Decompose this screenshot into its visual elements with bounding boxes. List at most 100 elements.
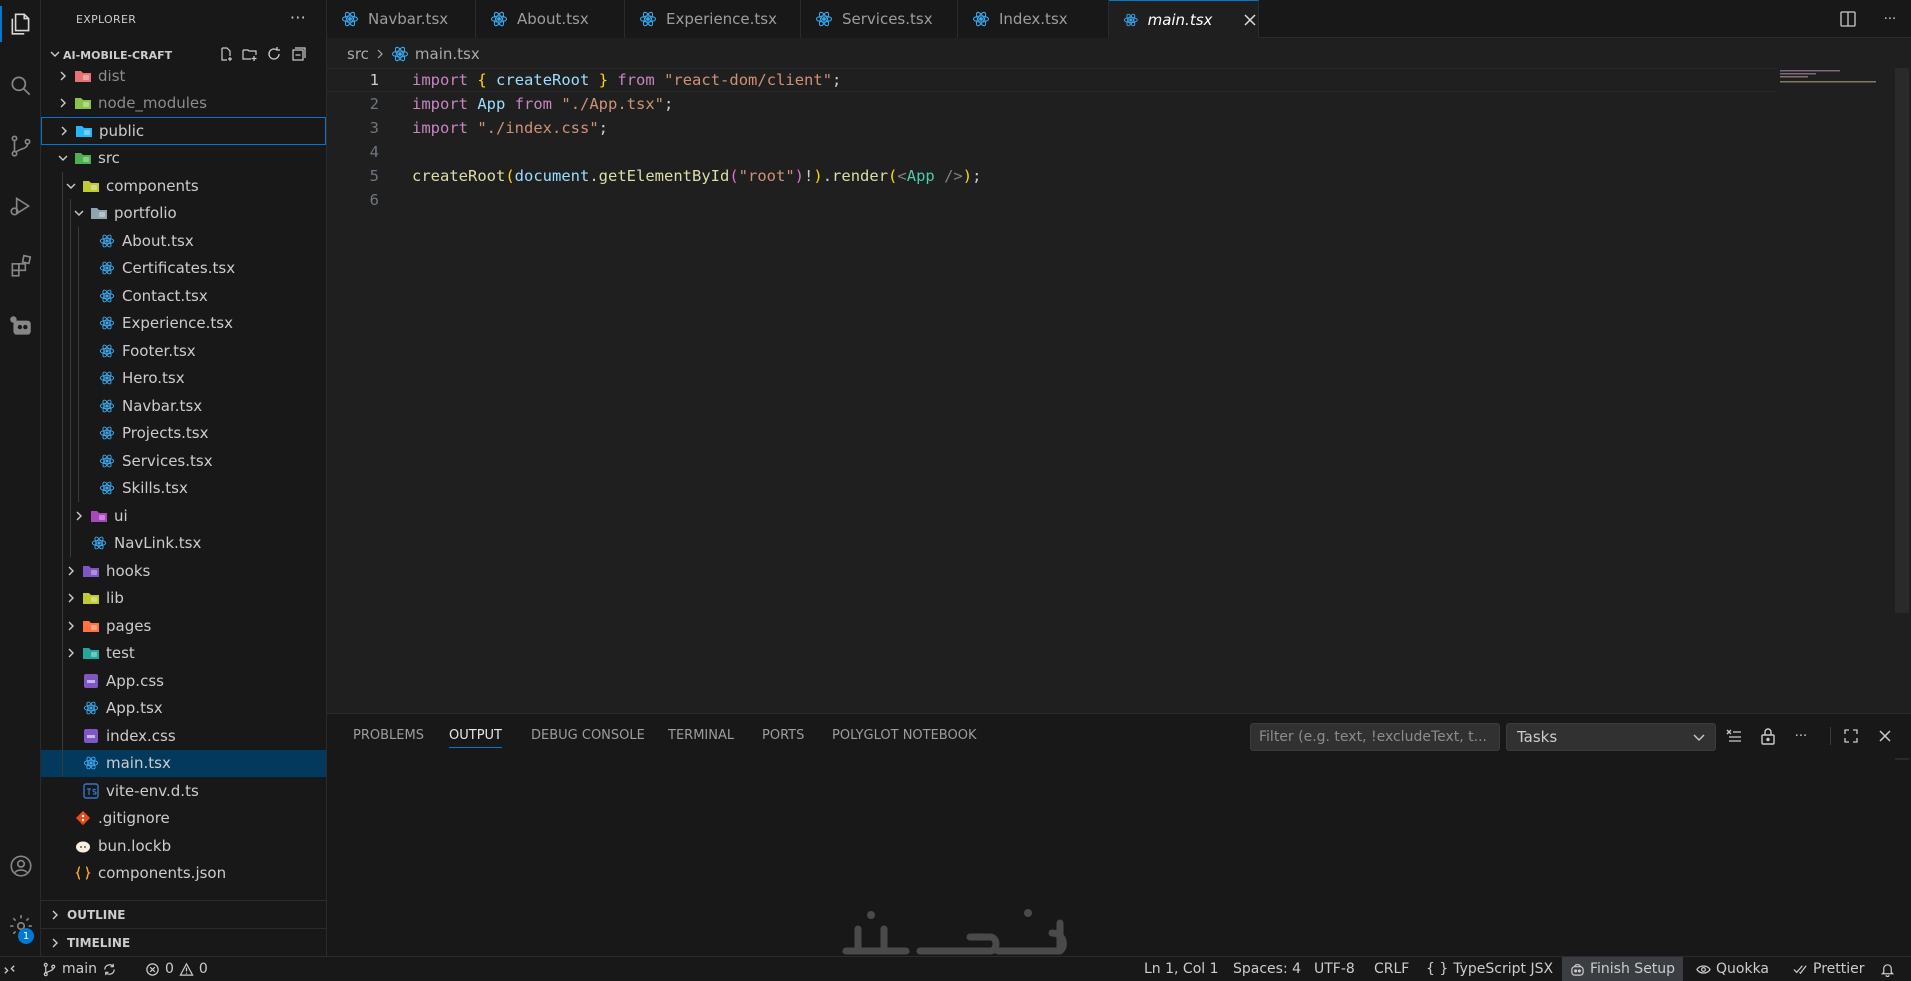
maximize-panel-icon[interactable] <box>1840 725 1862 747</box>
notifications-bell-icon[interactable] <box>1880 957 1895 981</box>
refresh-icon[interactable] <box>266 46 282 62</box>
tree-file[interactable]: Footer.tsx <box>41 337 326 365</box>
problems-indicator[interactable]: 0 0 <box>145 957 208 981</box>
tree-file[interactable]: Services.tsx <box>41 447 326 475</box>
project-header[interactable]: AI-MOBILE-CRAFT <box>41 44 326 66</box>
tree-file[interactable]: Hero.tsx <box>41 365 326 393</box>
selected-channel: Tasks <box>1517 728 1558 746</box>
breadcrumb-folder[interactable]: src <box>347 45 369 63</box>
language-mode[interactable]: { } TypeScript JSX <box>1426 957 1553 981</box>
cursor-position[interactable]: Ln 1, Col 1 <box>1144 957 1219 981</box>
tree-folder[interactable]: pages <box>41 612 326 640</box>
tree-file[interactable]: vite-env.d.ts <box>41 777 326 805</box>
tree-folder[interactable]: components <box>41 172 326 200</box>
more-actions-icon[interactable]: ··· <box>1790 725 1812 747</box>
tab-problems[interactable]: PROBLEMS <box>353 728 424 748</box>
more-actions-icon[interactable]: ··· <box>1879 8 1901 30</box>
source-control-icon[interactable] <box>0 122 41 170</box>
chevron-down-icon <box>1691 729 1707 745</box>
vertical-scrollbar[interactable] <box>1895 68 1909 613</box>
tree-folder[interactable]: src <box>41 145 326 173</box>
tree-item-label: public <box>99 121 145 140</box>
branch-indicator[interactable]: main <box>42 957 117 981</box>
code-line[interactable]: 3 import "./index.css"; <box>327 116 1777 140</box>
tree-folder[interactable]: hooks <box>41 557 326 585</box>
folder-icon <box>74 150 92 166</box>
tree-file[interactable]: App.tsx <box>41 695 326 723</box>
tree-file[interactable]: index.css <box>41 722 326 750</box>
tree-file[interactable]: Contact.tsx <box>41 282 326 310</box>
tree-file[interactable]: Navbar.tsx <box>41 392 326 420</box>
tab-ports[interactable]: PORTS <box>762 728 804 748</box>
tree-folder[interactable]: ui <box>41 502 326 530</box>
tab-terminal[interactable]: TERMINAL <box>668 728 734 748</box>
code-line[interactable]: 2 import App from "./App.tsx"; <box>327 92 1777 116</box>
tree-file[interactable]: Experience.tsx <box>41 310 326 338</box>
account-icon[interactable] <box>0 842 41 890</box>
code-line[interactable]: 5 createRoot(document.getElementById("ro… <box>327 164 1777 188</box>
tree-file[interactable]: Certificates.tsx <box>41 255 326 283</box>
timeline-section[interactable]: TIMELINE <box>41 928 326 956</box>
extensions-icon[interactable] <box>0 242 41 290</box>
prettier-indicator[interactable]: Prettier <box>1793 957 1865 981</box>
remote-indicator[interactable] <box>2 957 17 981</box>
tree-folder[interactable]: node_modules <box>41 90 326 118</box>
tree-file[interactable]: main.tsx <box>41 749 326 777</box>
tree-folder[interactable]: lib <box>41 585 326 613</box>
encoding[interactable]: UTF-8 <box>1314 957 1355 981</box>
panel-scrollbar[interactable] <box>1895 758 1909 760</box>
react-icon <box>341 10 359 28</box>
new-file-icon[interactable] <box>218 46 234 62</box>
close-icon[interactable] <box>1242 11 1258 29</box>
tree-folder[interactable]: test <box>41 640 326 668</box>
clear-output-icon[interactable] <box>1723 725 1745 747</box>
explorer-icon[interactable] <box>0 0 41 48</box>
tab-experience[interactable]: Experience.tsx <box>625 0 801 38</box>
tree-file[interactable]: App.css <box>41 667 326 695</box>
quokka-indicator[interactable]: Quokka <box>1696 957 1769 981</box>
tree-file[interactable]: NavLink.tsx <box>41 530 326 558</box>
output-channel-select[interactable]: Tasks <box>1506 723 1716 751</box>
tab-output[interactable]: OUTPUT <box>449 728 502 748</box>
more-actions-icon[interactable]: ··· <box>290 8 306 27</box>
tab-about[interactable]: About.tsx <box>476 0 625 38</box>
code-line[interactable]: 1 import { createRoot } from "react-dom/… <box>327 68 1777 92</box>
timeline-label: TIMELINE <box>67 935 131 950</box>
code-line[interactable]: 4 <box>327 140 1777 164</box>
remote-explorer-icon[interactable] <box>0 302 41 350</box>
explorer-header: EXPLORER ··· <box>41 0 326 38</box>
indentation[interactable]: Spaces: 4 <box>1233 957 1301 981</box>
search-icon[interactable] <box>0 62 41 110</box>
tree-folder[interactable]: portfolio <box>41 200 326 228</box>
tree-file[interactable]: Skills.tsx <box>41 475 326 503</box>
folder-icon <box>74 70 92 84</box>
tab-services[interactable]: Services.tsx <box>801 0 958 38</box>
tree-file[interactable]: .gitignore <box>41 805 326 833</box>
lock-icon[interactable] <box>1757 725 1779 747</box>
split-editor-icon[interactable] <box>1837 8 1859 30</box>
code-line[interactable]: 6 <box>327 188 1777 212</box>
close-panel-icon[interactable] <box>1874 725 1896 747</box>
tree-file[interactable]: About.tsx <box>41 227 326 255</box>
tree-file[interactable]: bun.lockb <box>41 832 326 860</box>
minimap[interactable] <box>1780 68 1900 98</box>
tree-file[interactable]: components.json <box>41 860 326 888</box>
tree-folder[interactable]: dist <box>41 70 326 90</box>
line-ending[interactable]: CRLF <box>1374 957 1409 981</box>
output-filter-input[interactable]: Filter (e.g. text, !excludeText, t... <box>1250 723 1500 751</box>
collapse-all-icon[interactable] <box>290 46 306 62</box>
tree-folder[interactable]: public <box>41 117 326 145</box>
new-folder-icon[interactable] <box>242 46 258 62</box>
tab-navbar[interactable]: Navbar.tsx <box>327 0 476 38</box>
tab-index[interactable]: Index.tsx <box>958 0 1109 38</box>
code-editor[interactable]: 1 import { createRoot } from "react-dom/… <box>327 68 1911 713</box>
run-debug-icon[interactable] <box>0 182 41 230</box>
finish-setup-button[interactable]: Finish Setup <box>1562 957 1684 981</box>
tree-file[interactable]: Projects.tsx <box>41 420 326 448</box>
tab-main[interactable]: main.tsx <box>1109 0 1259 38</box>
tab-polyglot-notebook[interactable]: POLYGLOT NOTEBOOK <box>832 728 976 748</box>
breadcrumb-file[interactable]: main.tsx <box>415 45 480 63</box>
tab-debug-console[interactable]: DEBUG CONSOLE <box>531 728 645 748</box>
settings-gear-icon[interactable]: 1 <box>0 902 41 950</box>
outline-section[interactable]: OUTLINE <box>41 900 326 928</box>
